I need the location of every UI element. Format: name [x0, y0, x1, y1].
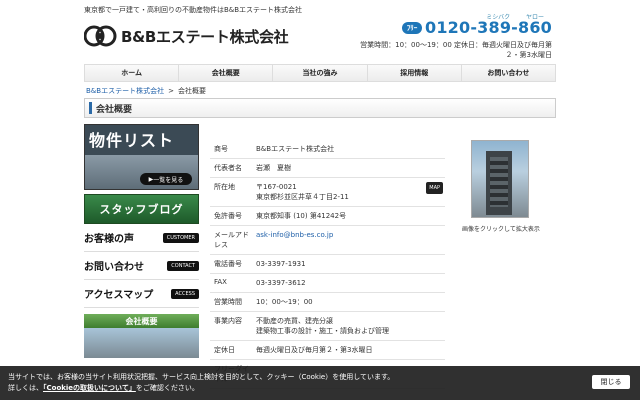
sidebar-link-customer[interactable]: お客様の声 CUSTOMER	[84, 224, 199, 252]
nav-contact[interactable]: お問い合わせ	[462, 65, 557, 81]
company-value-text: 〒167-0021	[256, 183, 297, 191]
company-row: 事業内容 不動産の売買、建売分譲建築物工事の設計・施工・請負および管理	[210, 312, 445, 341]
cookie-text-2: 詳しくは、「Cookieの取扱いについて」をご確認ください。	[8, 383, 632, 394]
company-row-key: 所在地	[214, 183, 235, 191]
nav-strengths[interactable]: 当社の強み	[273, 65, 368, 81]
company-value-text: 建築物工事の設計・施工・請負および管理	[256, 327, 389, 335]
company-info-table: 商号 B&Bエステート株式会社代表者名 岩瀬 夏樹所在地 〒167-0021 東京都杉並…	[210, 140, 445, 389]
nav-recruit[interactable]: 採用情報	[368, 65, 462, 81]
global-nav: ホーム 会社概要 当社の強み 採用情報 お問い合わせ	[84, 64, 557, 82]
company-row: FAX 03-3397-3612	[210, 274, 445, 293]
company-row-key: 事業内容	[214, 317, 242, 325]
property-list-title: 物件リスト	[89, 131, 175, 150]
company-value-text: 東京都杉並区井草４丁目2-11	[256, 193, 349, 201]
company-row: 電話番号 03-3397-1931	[210, 255, 445, 274]
cookie-policy-link[interactable]: 「Cookieの取扱いについて」	[43, 384, 136, 392]
page-title-bar: 会社概要	[84, 98, 556, 118]
property-list-banner[interactable]: 物件リスト ▶ 一覧を見る	[84, 124, 199, 190]
sidebar-company-image[interactable]	[84, 328, 199, 358]
company-value-text: 03-3397-3612	[256, 279, 306, 287]
breadcrumb: B&Bエステート株式会社 > 会社概要	[86, 86, 206, 96]
staff-blog-banner[interactable]: スタッフブログ	[84, 194, 199, 224]
sidebar-link-tag: ACCESS	[171, 288, 199, 299]
email-link[interactable]: ask-info@bnb-es.co.jp	[256, 231, 333, 239]
cookie-prefix: 詳しくは、	[8, 384, 43, 392]
phone-area: ミシバク ヤロー ﾌﾘｰ 0120-389-860	[401, 14, 552, 37]
cookie-suffix: をご確認ください。	[135, 384, 199, 392]
business-hours: 営業時間：10：00～19：00 定休日：毎週火曜日及び毎月第２・第3水曜日	[360, 41, 552, 59]
phone-kana: ミシバク ヤロー	[486, 14, 544, 21]
company-row-value: 03-3397-1931	[254, 255, 445, 273]
company-row-value: 東京都知事 (10) 第41242号	[254, 207, 445, 225]
company-row-key: メールアドレス	[214, 231, 249, 249]
cookie-close-button[interactable]: 閉じる	[592, 375, 630, 389]
company-row-key: 商号	[214, 145, 228, 153]
sidebar-link-tag: CONTACT	[167, 260, 199, 271]
cookie-text-1: 当サイトでは、お客様の当サイト利用状況把握、サービス向上検討を目的として、クッキ…	[8, 373, 395, 381]
sidebar-link-label: お問い合わせ	[84, 262, 144, 273]
company-row-value: 10：00～19：00	[254, 293, 445, 311]
view-list-button[interactable]: ▶ 一覧を見る	[140, 173, 192, 185]
logo-mark-icon	[83, 22, 118, 50]
company-row-key: FAX	[214, 278, 227, 286]
company-row-key: 定休日	[214, 346, 235, 354]
sidebar-link-label: お客様の声	[84, 234, 134, 245]
company-row: 営業時間 10：00～19：00	[210, 293, 445, 312]
title-accent	[89, 102, 92, 114]
breadcrumb-separator: >	[168, 87, 174, 95]
sidebar-link-contact[interactable]: お問い合わせ CONTACT	[84, 252, 199, 280]
company-row: 商号 B&Bエステート株式会社	[210, 140, 445, 159]
sidebar-company-heading[interactable]: 会社概要	[84, 314, 199, 328]
company-row-value: ask-info@bnb-es.co.jp	[254, 226, 445, 254]
company-value-text: 岩瀬 夏樹	[256, 164, 291, 172]
logo-text: B&Bエステート株式会社	[121, 27, 289, 46]
company-row-value: 〒167-0021 東京都杉並区井草４丁目2-11 MAP	[254, 178, 445, 206]
company-value-text: 10：00～19：00	[256, 298, 313, 306]
page-title: 会社概要	[96, 104, 133, 115]
company-value-text: B&Bエステート株式会社	[256, 145, 335, 153]
company-row: メールアドレス ask-info@bnb-es.co.jp	[210, 226, 445, 255]
breadcrumb-home[interactable]: B&Bエステート株式会社	[86, 87, 164, 95]
company-row: 所在地 〒167-0021 東京都杉並区井草４丁目2-11 MAP	[210, 178, 445, 207]
company-value-text: 毎週火曜日及び毎月第２・第3水曜日	[256, 346, 373, 354]
company-value-text: 03-3397-1931	[256, 260, 306, 268]
photo-caption: 画像をクリックして拡大表示	[462, 226, 540, 233]
company-value-text: 東京都知事 (10) 第41242号	[256, 212, 347, 220]
tagline: 東京都で一戸建て・高利回りの不動産物件はB&Bエステート株式会社	[84, 6, 303, 14]
building-photo[interactable]	[471, 140, 529, 218]
company-row-key: 免許番号	[214, 212, 242, 220]
nav-company[interactable]: 会社概要	[179, 65, 274, 81]
company-row-key: 営業時間	[214, 298, 242, 306]
company-row-value: 岩瀬 夏樹	[254, 159, 445, 177]
sidebar-link-access[interactable]: アクセスマップ ACCESS	[84, 280, 199, 308]
view-list-label: 一覧を見る	[153, 176, 184, 184]
company-row: 代表者名 岩瀬 夏樹	[210, 159, 445, 178]
company-row: 免許番号 東京都知事 (10) 第41242号	[210, 207, 445, 226]
breadcrumb-current: 会社概要	[177, 87, 206, 95]
company-value-text: 不動産の売買、建売分譲	[256, 317, 333, 325]
company-row-key: 代表者名	[214, 164, 242, 172]
freedial-icon: ﾌﾘｰ	[401, 21, 422, 34]
building-image	[486, 151, 512, 215]
sidebar: 物件リスト ▶ 一覧を見る スタッフブログ お客様の声 CUSTOMER お問い…	[84, 124, 199, 358]
map-button[interactable]: MAP	[426, 182, 443, 194]
staff-blog-label: スタッフブログ	[99, 203, 184, 216]
company-row-key: 電話番号	[214, 260, 242, 268]
site-logo[interactable]: B&Bエステート株式会社	[83, 22, 289, 50]
cookie-banner: 当サイトでは、お客様の当サイト利用状況把握、サービス向上検討を目的として、クッキ…	[0, 366, 640, 400]
company-row-value: B&Bエステート株式会社	[254, 140, 445, 158]
company-row-value: 不動産の売買、建売分譲建築物工事の設計・施工・請負および管理	[254, 312, 445, 340]
sidebar-link-tag: CUSTOMER	[162, 232, 199, 243]
company-row-value: 03-3397-3612	[254, 274, 445, 292]
nav-home[interactable]: ホーム	[84, 65, 180, 81]
sidebar-link-label: アクセスマップ	[84, 290, 154, 301]
company-row-value: 毎週火曜日及び毎月第２・第3水曜日	[254, 341, 445, 359]
company-row: 定休日 毎週火曜日及び毎月第２・第3水曜日	[210, 341, 445, 360]
